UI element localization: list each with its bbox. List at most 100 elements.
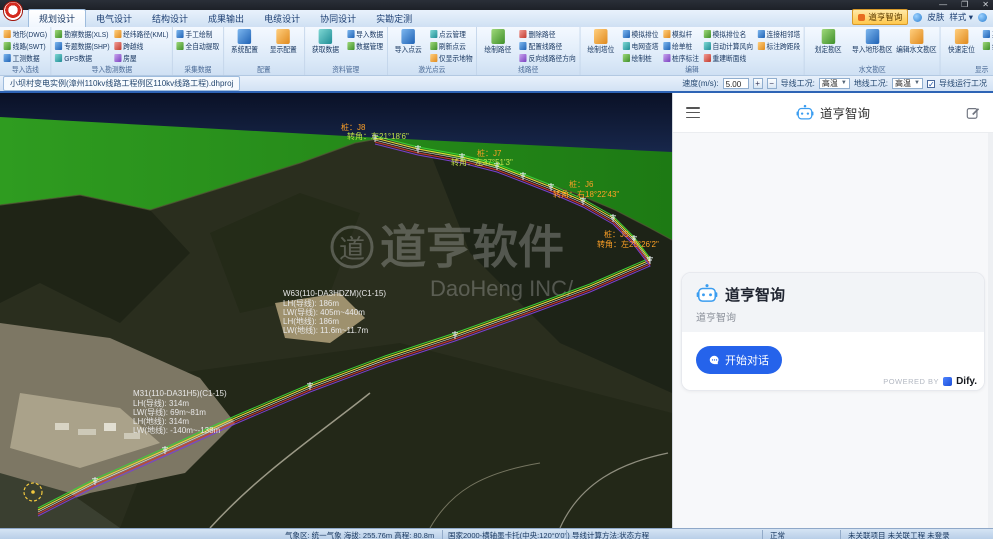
start-chat-button[interactable]: 开始对话 bbox=[696, 346, 782, 374]
gps-data-button[interactable]: GPS数据 bbox=[54, 52, 110, 64]
link-tower-button[interactable]: 连接相邻塔 bbox=[757, 28, 802, 40]
reverse-path-icon bbox=[519, 54, 526, 62]
menu-icon[interactable] bbox=[686, 107, 700, 118]
sim-pole-button[interactable]: 模拟杆 bbox=[662, 28, 700, 40]
group-import-survey: 勘察数据(XLS) 专题数据(SHP) GPS数据 经纬路径(KML) 跨越线 … bbox=[52, 27, 173, 75]
edit-region-icon bbox=[910, 29, 924, 44]
globe-icon[interactable] bbox=[978, 13, 987, 22]
refresh-icon bbox=[430, 42, 437, 50]
map-3d-viewport[interactable]: 道 道亨软件 DaoHeng INC/ bbox=[0, 93, 672, 528]
ai-assistant-button[interactable]: 道亨智询 bbox=[852, 9, 908, 25]
data-manage-button[interactable]: 数据管理 bbox=[346, 40, 384, 52]
display-config-button[interactable]: 显示配置 bbox=[265, 28, 301, 54]
stake-label-icon bbox=[663, 54, 670, 62]
speed-plus-button[interactable]: + bbox=[753, 78, 763, 89]
info-icon[interactable] bbox=[913, 13, 922, 22]
import-region-icon bbox=[866, 29, 880, 44]
delete-path-button[interactable]: 删除路径 bbox=[519, 28, 577, 40]
import-region-button[interactable]: 导入地形勘区 bbox=[852, 28, 893, 54]
line-label-button[interactable]: 线路标注 bbox=[982, 40, 993, 52]
shp-data-button[interactable]: 专题数据(SHP) bbox=[54, 40, 110, 52]
pile-label-j8: 桩：J8 bbox=[341, 122, 366, 132]
section-icon bbox=[704, 54, 711, 62]
conductor-condition-select[interactable]: 高温▼ bbox=[819, 78, 850, 89]
tab-output[interactable]: 成果输出 bbox=[198, 10, 254, 27]
shp-icon bbox=[55, 42, 62, 50]
grid-search-button[interactable]: 电网查塔 bbox=[622, 40, 660, 52]
ai-flag-icon bbox=[858, 14, 865, 21]
sim-name-button[interactable]: 模拟排位名 bbox=[703, 28, 754, 40]
tab-electrical-design[interactable]: 电气设计 bbox=[86, 10, 142, 27]
svg-text:DaoHeng INC/: DaoHeng INC/ bbox=[430, 276, 574, 301]
group-data-manage: 获取数据 导入数据 数据管理 资料管理 bbox=[305, 27, 388, 75]
refresh-pointcloud-button[interactable]: 刷新点云 bbox=[429, 40, 474, 52]
assistant-card-header: 道亨智询 道亨智询 bbox=[682, 273, 984, 332]
pointcloud-manage-button[interactable]: 点云管理 bbox=[429, 28, 474, 40]
tab-structural-design[interactable]: 结构设计 bbox=[142, 10, 198, 27]
style-dropdown[interactable]: 样式 ▾ bbox=[949, 11, 973, 23]
path-curve-icon bbox=[491, 29, 505, 44]
house-icon bbox=[114, 54, 121, 62]
conductor-condition-checkbox[interactable]: ✓ bbox=[927, 80, 935, 88]
quick-locate-button[interactable]: 快速定位 bbox=[943, 28, 979, 54]
draw-stake-button[interactable]: 绘制桩 bbox=[622, 52, 660, 64]
group-pointcloud: 导入点云 点云管理 刷新点云 仅显示地物 激光点云 bbox=[388, 27, 478, 75]
manual-draw-button[interactable]: 手工绘制 bbox=[176, 28, 221, 40]
edit-region-button[interactable]: 编辑水文勘区 bbox=[896, 28, 937, 54]
chat-bubble-icon bbox=[709, 355, 720, 366]
skin-button[interactable]: 皮肤 bbox=[927, 11, 944, 23]
define-region-button[interactable]: 划定勘区 bbox=[807, 28, 848, 54]
document-bar: 小坝村变电实例(漳州110kv线路工程例区110kv线路工程).dhproj 速… bbox=[0, 76, 993, 93]
single-stake-button[interactable]: 绘单桩 bbox=[662, 40, 700, 52]
svg-text:M31(110-DA31H5)(C1-15): M31(110-DA31H5)(C1-15) bbox=[133, 389, 227, 398]
dify-logo-icon bbox=[943, 377, 952, 386]
tab-cable-design[interactable]: 电缆设计 bbox=[254, 10, 310, 27]
stake-icon bbox=[623, 54, 630, 62]
terrain-dwg-button[interactable]: 地形(DWG) bbox=[3, 28, 48, 40]
other-dropdown[interactable]: 其他 ▾ bbox=[982, 28, 993, 40]
pointcloud-icon bbox=[402, 29, 416, 44]
sim-place-button[interactable]: 模拟排位 bbox=[622, 28, 660, 40]
survey-data-button[interactable]: 工测数据 bbox=[3, 52, 48, 64]
import-data-button[interactable]: 导入数据 bbox=[346, 28, 384, 40]
new-chat-icon[interactable] bbox=[966, 106, 980, 120]
status-project: 未关联项目 未关联工程 未登录 bbox=[848, 530, 950, 539]
config-path-button[interactable]: 配置线路径 bbox=[519, 40, 577, 52]
span-label-button[interactable]: 标注跨距段 bbox=[757, 40, 802, 52]
system-config-button[interactable]: 系统配置 bbox=[227, 28, 263, 54]
rebuild-section-button[interactable]: 重建断面线 bbox=[703, 52, 754, 64]
svg-text:LW(导线): 405m~440m: LW(导线): 405m~440m bbox=[283, 307, 365, 317]
route-swt-button[interactable]: 线路(SWT) bbox=[3, 40, 48, 52]
xls-data-button[interactable]: 勘察数据(XLS) bbox=[54, 28, 110, 40]
speed-input[interactable]: 5.00 bbox=[723, 78, 749, 89]
sim-name-icon bbox=[704, 30, 711, 38]
speed-minus-button[interactable]: − bbox=[767, 78, 777, 89]
delete-path-icon bbox=[519, 30, 526, 38]
ground-condition-select[interactable]: 高温▼ bbox=[892, 78, 923, 89]
project-tab[interactable]: 小坝村变电实例(漳州110kv线路工程例区110kv线路工程).dhproj bbox=[3, 76, 240, 91]
crossing-line-button[interactable]: 跨越线 bbox=[113, 40, 169, 52]
draw-icon bbox=[177, 30, 184, 38]
auto-extract-button[interactable]: 全自动提取 bbox=[176, 40, 221, 52]
draw-tower-button[interactable]: 绘制塔位 bbox=[583, 28, 619, 54]
stake-label-button[interactable]: 桩序标注 bbox=[662, 52, 700, 64]
status-bar: 气象区: 统一气象 海拔: 255.76m 高程: 80.8m 国家2000-横… bbox=[0, 528, 993, 539]
group-edit: 绘制塔位 模拟排位 电网查塔 绘制桩 模拟杆 绘单桩 桩序标注 模拟排位名 自动… bbox=[580, 27, 805, 75]
chat-scrollbar[interactable] bbox=[988, 133, 993, 528]
fetch-data-button[interactable]: 获取数据 bbox=[308, 28, 344, 54]
status-crs: 国家2000-横轴墨卡托(中央:120°0'0") bbox=[448, 530, 570, 539]
import-pointcloud-button[interactable]: 导入点云 bbox=[390, 28, 426, 54]
show-objects-button[interactable]: 仅显示地物 bbox=[429, 52, 474, 64]
app-logo-icon[interactable] bbox=[3, 1, 23, 21]
tab-survey[interactable]: 实勘定测 bbox=[366, 10, 422, 27]
kml-path-button[interactable]: 经纬路径(KML) bbox=[113, 28, 169, 40]
wind-calc-button[interactable]: 自动计算风向 bbox=[703, 40, 754, 52]
draw-path-button[interactable]: 绘制路径 bbox=[480, 28, 516, 54]
house-button[interactable]: 房屋 bbox=[113, 52, 169, 64]
pile-label-j7: 桩：J7 bbox=[477, 148, 502, 158]
tab-collaboration[interactable]: 协同设计 bbox=[310, 10, 366, 27]
powered-by: POWERED BY Dify. bbox=[883, 376, 977, 387]
angle-label-j6: 转角：右18°22'43" bbox=[553, 189, 619, 199]
reverse-path-button[interactable]: 反向线路径方向 bbox=[519, 52, 577, 64]
tab-planning-design[interactable]: 规划设计 bbox=[28, 9, 86, 27]
